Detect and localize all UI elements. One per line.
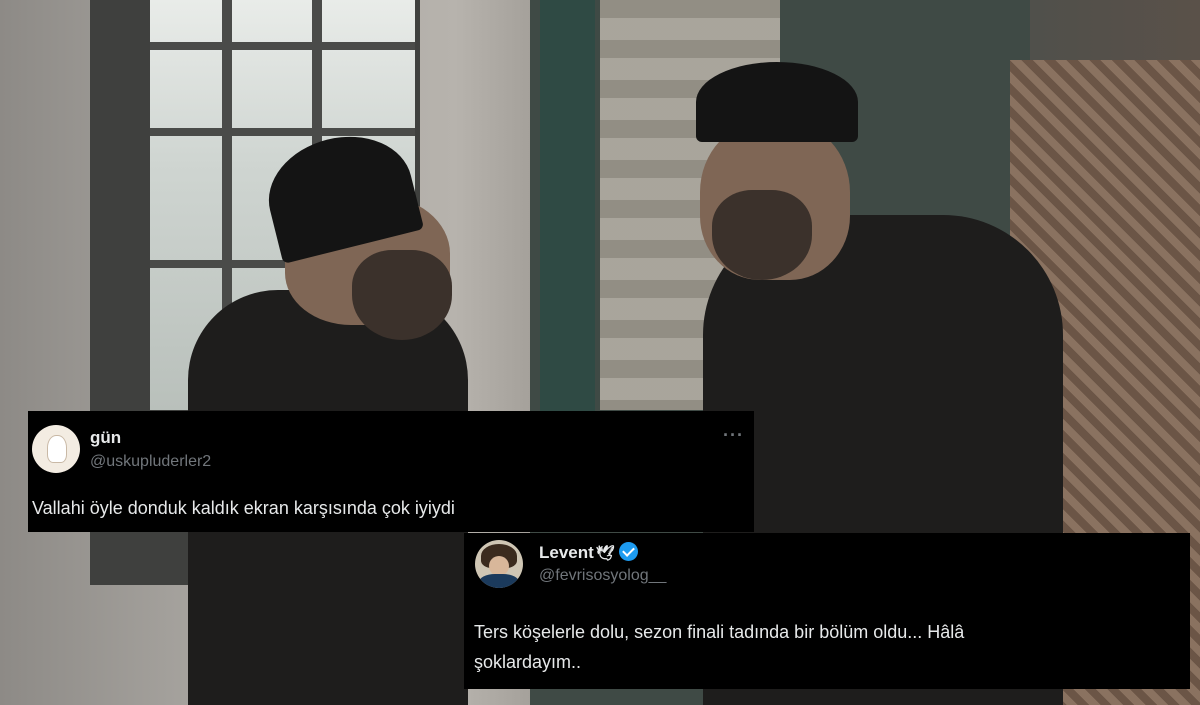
window-mullion	[150, 42, 415, 50]
ghost-icon	[47, 435, 67, 463]
tweet-card[interactable]: Levent 🕊 @fevrisosyolog__ Ters köşelerle …	[464, 533, 1190, 689]
green-panel	[540, 0, 595, 420]
tweet-card[interactable]: gün @uskupluderler2 ··· Vallahi öyle don…	[28, 411, 754, 532]
user-handle[interactable]: @uskupluderler2	[90, 453, 211, 471]
window-mullion	[150, 128, 415, 136]
verified-badge-icon	[618, 542, 638, 561]
tweet-text-line-1: Ters köşelerle dolu, sezon finali tadınd…	[474, 622, 965, 642]
tweet-text: Vallahi öyle donduk kaldık ekran karşısı…	[32, 498, 455, 518]
display-name-row[interactable]: Levent 🕊	[539, 542, 638, 563]
user-handle[interactable]: @fevrisosyolog__	[539, 567, 666, 585]
display-name[interactable]: gün	[90, 428, 121, 448]
avatar[interactable]	[475, 540, 523, 588]
man-right-hat	[696, 62, 858, 142]
man-left-beard	[352, 250, 452, 340]
display-name[interactable]: Levent	[539, 543, 594, 562]
dove-icon: 🕊	[595, 545, 615, 562]
avatar[interactable]	[32, 425, 80, 473]
man-right-beard	[712, 190, 812, 280]
more-options-icon[interactable]: ···	[723, 425, 744, 446]
tweet-text-line-2: şoklardayım..	[474, 652, 582, 672]
